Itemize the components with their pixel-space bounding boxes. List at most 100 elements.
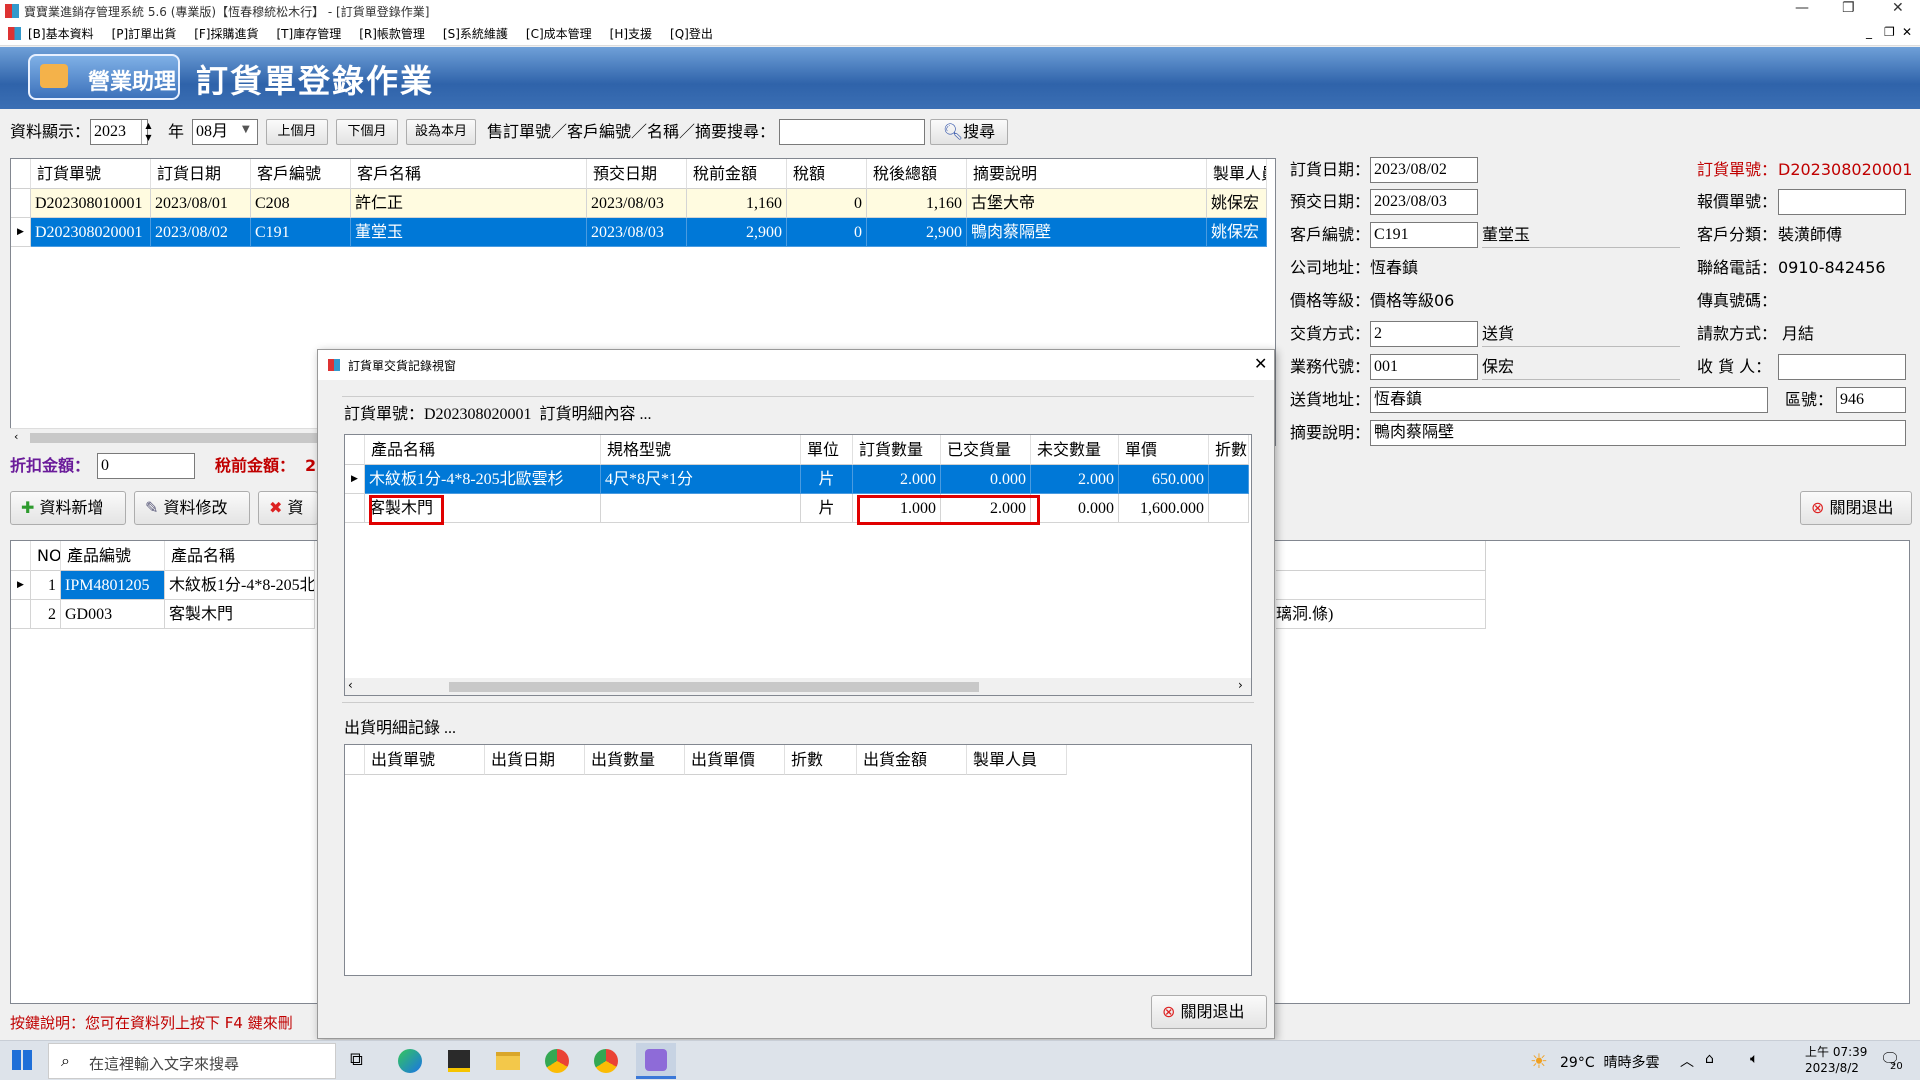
table-cell[interactable]: 0 [787, 218, 867, 247]
menu-item[interactable]: [P]訂單出貨 [112, 27, 177, 41]
table-cell[interactable]: 許仁正 [351, 189, 587, 218]
taskbar-search[interactable]: ⌕ 在這裡輸入文字來搜尋 [48, 1043, 336, 1079]
table-cell[interactable]: 0 [787, 189, 867, 218]
menu-item[interactable]: [R]帳款管理 [359, 27, 425, 41]
table-cell[interactable]: D202308020001 [31, 218, 151, 247]
column-header[interactable]: 出貨單號 [365, 745, 485, 775]
table-cell[interactable]: 2,900 [687, 218, 787, 247]
table-cell[interactable]: 2 [31, 600, 61, 629]
column-header[interactable]: 產品名稱 [165, 541, 315, 571]
table-cell[interactable]: 2023/08/02 [151, 218, 251, 247]
table-cell[interactable]: 2.000 [1031, 465, 1119, 494]
column-header[interactable]: 出貨金額 [857, 745, 967, 775]
table-row[interactable]: 客製木門片 1.000 2.000 0.000 1,600.000 [345, 494, 1249, 523]
search-input[interactable] [779, 119, 925, 145]
table-cell[interactable]: IPM4801205 [61, 571, 165, 600]
table-row[interactable]: ▶ 木紋板1分-4*8-205北歐雲杉 4尺*8尺*1分片 2.000 0.000 2.0… [345, 465, 1249, 494]
table-cell[interactable]: 2023/08/03 [587, 218, 687, 247]
mdi-restore-icon[interactable]: ❐ [1884, 25, 1895, 39]
column-header[interactable]: 規格型號 [601, 435, 801, 465]
table-cell[interactable]: 2023/08/03 [587, 189, 687, 218]
row-selector[interactable] [345, 494, 365, 523]
this-month-button[interactable]: 設為本月 [406, 119, 476, 145]
table-cell[interactable]: 2,900 [867, 218, 967, 247]
table-row[interactable]: D202308010001 2023/08/01 C208 許仁正 2023/08/03… [11, 189, 1267, 218]
close-exit-button[interactable]: ⊗ 關閉退出 [1800, 491, 1912, 525]
column-header[interactable]: 訂貨數量 [853, 435, 941, 465]
column-header[interactable]: 客戶名稱 [351, 159, 587, 189]
table-cell[interactable]: 木紋板1分-4*8-205北 [165, 571, 315, 600]
table-cell[interactable]: 1 [31, 571, 61, 600]
tray-chevron-icon[interactable]: ︿ [1680, 1051, 1694, 1071]
menu-item[interactable]: [T]庫存管理 [277, 27, 342, 41]
scroll-left-icon[interactable]: ‹ [14, 430, 18, 443]
table-cell[interactable] [601, 494, 801, 523]
items-scroll-left-icon[interactable]: ‹ [348, 678, 353, 692]
menu-item[interactable]: [C]成本管理 [526, 27, 592, 41]
column-header[interactable]: 產品名稱 [365, 435, 601, 465]
table-cell[interactable]: C208 [251, 189, 351, 218]
row-selector[interactable] [11, 600, 31, 629]
sticky-app-icon[interactable] [448, 1050, 470, 1072]
column-header[interactable]: 客戶編號 [251, 159, 351, 189]
delete-record-button[interactable]: ✖ 資 [258, 491, 318, 525]
menu-item[interactable]: [B]基本資料 [28, 27, 94, 41]
dialog-close-button[interactable]: ⊗ 關閉退出 [1151, 995, 1267, 1029]
column-header[interactable]: 製單人員 [967, 745, 1067, 775]
chrome-icon[interactable] [545, 1049, 569, 1073]
column-header[interactable]: 已交貨量 [941, 435, 1031, 465]
edit-record-button[interactable]: ✎ 資料修改 [134, 491, 250, 525]
memo-field[interactable]: 鴨肉蔡隔壁 [1370, 420, 1906, 446]
erp-app-icon[interactable] [636, 1043, 676, 1079]
sales-code-field[interactable]: 001 [1370, 354, 1478, 380]
table-cell[interactable]: 1,160 [687, 189, 787, 218]
year-spinner[interactable]: ▲ ▼ [141, 120, 155, 144]
column-header[interactable]: 產品編號 [61, 541, 165, 571]
column-header[interactable]: 折數 [1209, 435, 1249, 465]
mdi-close-icon[interactable]: ✕ [1902, 25, 1912, 39]
search-button[interactable]: 🔍︎搜尋 [930, 119, 1008, 145]
table-cell[interactable]: 2023/08/01 [151, 189, 251, 218]
table-cell[interactable]: 0.000 [1031, 494, 1119, 523]
table-cell[interactable]: 姚保宏 [1207, 218, 1267, 247]
prev-month-button[interactable]: 上個月 [266, 119, 328, 145]
table-cell[interactable]: 片 [801, 465, 853, 494]
column-header[interactable]: 預交日期 [587, 159, 687, 189]
table-cell[interactable] [1209, 494, 1249, 523]
add-record-button[interactable]: ✚ 資料新增 [10, 491, 126, 525]
area-field[interactable]: 946 [1836, 387, 1906, 413]
scroll-thumb[interactable] [30, 433, 320, 443]
column-header[interactable]: 出貨數量 [585, 745, 685, 775]
table-cell[interactable]: 董堂玉 [351, 218, 587, 247]
column-header[interactable]: 單位 [801, 435, 853, 465]
dialog-close-icon[interactable]: ✕ [1254, 354, 1267, 373]
column-header[interactable]: 稅後總額 [867, 159, 967, 189]
close-window-button[interactable]: ✕ [1892, 0, 1904, 16]
row-selector[interactable] [11, 189, 31, 218]
windows-start-icon[interactable] [12, 1050, 32, 1070]
menu-item[interactable]: [S]系統維護 [443, 27, 508, 41]
dialog-items-grid[interactable]: 產品名稱 規格型號 單位 訂貨數量 已交貨量 未交數量 單價 折數 ▶ 木紋板1分-4*8-205… [344, 434, 1252, 696]
table-cell[interactable] [1209, 465, 1249, 494]
table-cell[interactable]: 2.000 [853, 465, 941, 494]
column-header[interactable]: 未交數量 [1031, 435, 1119, 465]
table-cell[interactable]: D202308010001 [31, 189, 151, 218]
column-header[interactable]: 折數 [785, 745, 857, 775]
column-header[interactable]: 單價 [1119, 435, 1209, 465]
column-header[interactable]: 訂貨單號 [31, 159, 151, 189]
ship-addr-field[interactable]: 恆春鎮 [1370, 387, 1768, 413]
row-selector[interactable]: ▶ [11, 218, 31, 247]
orders-hscrollbar[interactable]: ‹ [10, 428, 320, 446]
items-hscrollbar[interactable]: ‹ › [345, 678, 1251, 695]
column-header[interactable]: 出貨日期 [485, 745, 585, 775]
menu-item[interactable]: [H]支援 [610, 27, 652, 41]
table-cell[interactable]: 客製木門 [165, 600, 315, 629]
items-scroll-right-icon[interactable]: › [1238, 678, 1243, 692]
edge-icon[interactable] [398, 1049, 422, 1073]
year-input[interactable]: 2023 [90, 119, 148, 145]
table-cell[interactable]: C191 [251, 218, 351, 247]
receiver-field[interactable] [1778, 354, 1906, 380]
row-selector[interactable]: ▶ [345, 465, 365, 494]
table-cell[interactable]: GD003 [61, 600, 165, 629]
delivery-code-field[interactable]: 2 [1370, 321, 1478, 347]
